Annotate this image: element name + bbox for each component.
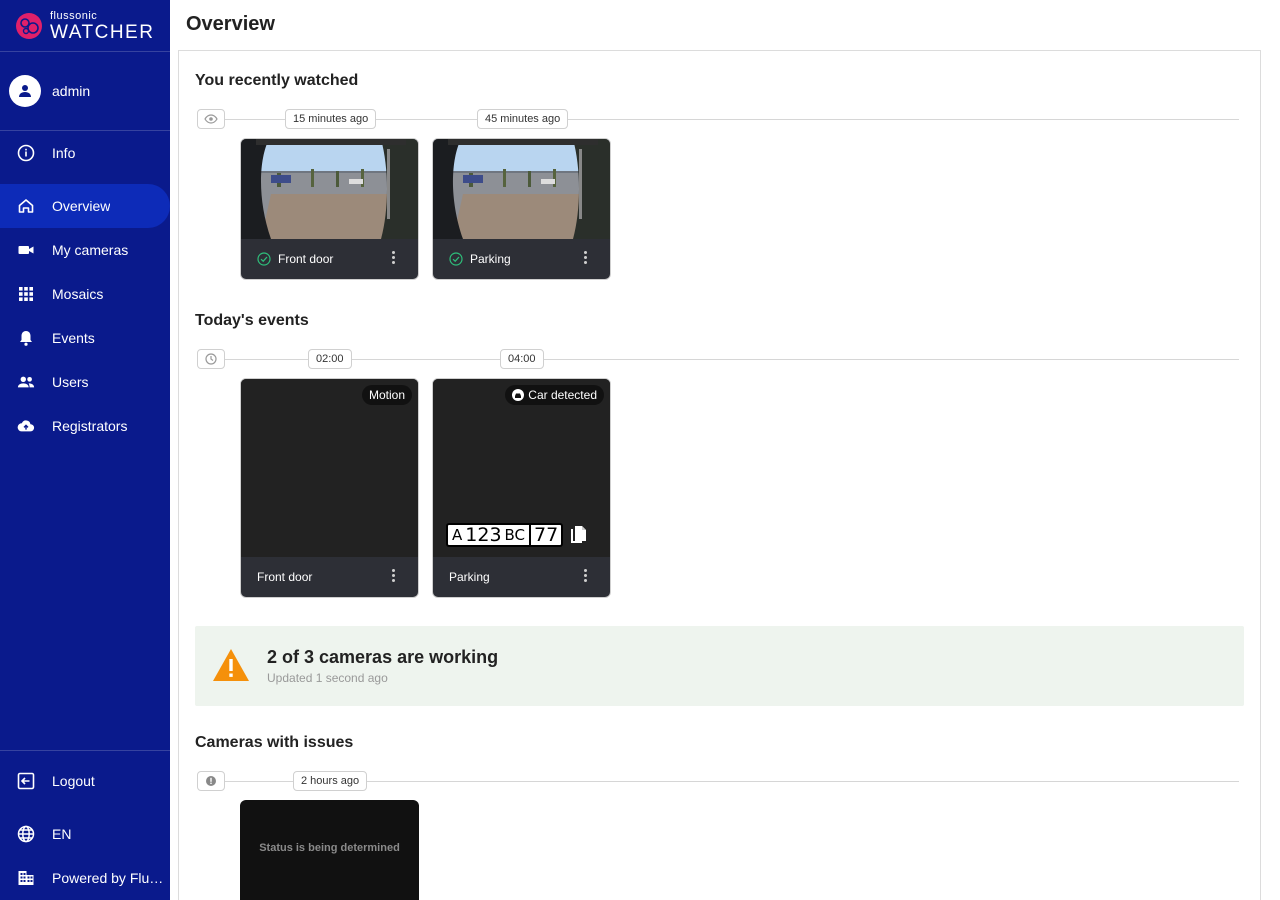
sidebar-item-events[interactable]: Events — [0, 316, 170, 360]
sidebar-item-label: Overview — [52, 198, 111, 214]
issues-section-title: Cameras with issues — [195, 734, 354, 751]
recent-time-label: 15 minutes ago — [285, 109, 377, 129]
issue-camera-card[interactable]: Status is being determined — [240, 800, 419, 900]
events-section-title: Today's events — [195, 312, 309, 329]
user-profile[interactable]: admin — [9, 75, 90, 107]
building-icon — [17, 869, 35, 887]
camera-status-banner: 2 of 3 cameras are working Updated 1 sec… — [195, 626, 1244, 706]
flussonic-logo-icon — [14, 11, 44, 41]
recent-camera-card-front-door[interactable]: Front door — [240, 138, 419, 280]
issue-time-label: 2 hours ago — [293, 771, 368, 791]
clock-icon — [197, 349, 225, 369]
plate-letter: A — [452, 526, 463, 544]
sidebar-item-label: Events — [52, 330, 95, 346]
status-title: 2 of 3 cameras are working — [267, 647, 499, 667]
camera-name: Parking — [449, 570, 490, 584]
brand-big: WATCHER — [50, 21, 155, 43]
alert-circle-icon — [197, 771, 225, 791]
event-card-front-door[interactable]: Motion Front door — [240, 378, 419, 598]
sidebar-item-label: Powered by Flu… — [52, 870, 164, 886]
cloud-upload-icon — [17, 417, 35, 435]
events-timeline — [197, 359, 1239, 360]
more-vert-icon[interactable] — [392, 569, 396, 585]
sidebar-item-users[interactable]: Users — [0, 360, 170, 404]
more-vert-icon[interactable] — [584, 569, 588, 585]
camera-name: Parking — [470, 252, 511, 266]
language-label: EN — [52, 826, 72, 842]
event-thumbnail[interactable]: Motion — [241, 379, 418, 557]
sidebar: flussonic WATCHER admin Info Overview My… — [0, 0, 170, 900]
event-time-label: 04:00 — [500, 349, 544, 369]
powered-by-link[interactable]: Powered by Flu… — [0, 856, 170, 900]
info-icon — [17, 144, 35, 162]
event-badge: Car detected — [505, 385, 604, 405]
person-icon — [19, 85, 31, 97]
sidebar-divider — [0, 51, 170, 52]
camera-name: Front door — [257, 570, 313, 584]
sidebar-item-my-cameras[interactable]: My cameras — [0, 228, 170, 272]
ok-check-icon — [449, 252, 463, 266]
event-time-label: 02:00 — [308, 349, 352, 369]
status-updated: Updated 1 second ago — [267, 671, 388, 685]
recent-camera-card-parking[interactable]: Parking — [432, 138, 611, 280]
recent-time-label: 45 minutes ago — [477, 109, 569, 129]
language-selector[interactable]: EN — [0, 812, 170, 856]
logout-icon — [17, 772, 35, 790]
sidebar-item-label: My cameras — [52, 242, 129, 258]
camera-thumbnail[interactable] — [241, 139, 418, 239]
issue-status-text: Status is being determined — [259, 842, 400, 854]
camera-name: Front door — [278, 252, 334, 266]
home-icon — [17, 197, 35, 215]
event-badge: Motion — [361, 385, 412, 405]
copy-icon[interactable] — [569, 525, 587, 545]
sidebar-item-overview[interactable]: Overview — [0, 184, 170, 228]
license-plate: A 123 BC 77 — [446, 522, 587, 548]
event-card-parking[interactable]: Car detected A 123 BC 77 Parking — [432, 378, 611, 598]
bell-icon — [17, 329, 35, 347]
overview-content: You recently watched 15 minutes ago 45 m… — [178, 50, 1261, 900]
more-vert-icon[interactable] — [392, 251, 396, 267]
sidebar-item-label: Registrators — [52, 418, 128, 434]
globe-icon — [17, 825, 35, 843]
ok-check-icon — [257, 252, 271, 266]
sidebar-item-mosaics[interactable]: Mosaics — [0, 272, 170, 316]
sidebar-item-label: Logout — [52, 773, 95, 789]
brand-small: flussonic — [50, 9, 98, 22]
eye-icon — [197, 109, 225, 129]
more-vert-icon[interactable] — [584, 251, 588, 267]
sidebar-item-label: Users — [52, 374, 89, 390]
car-icon — [512, 389, 525, 401]
app-logo[interactable]: flussonic WATCHER — [14, 10, 154, 42]
sidebar-item-registrators[interactable]: Registrators — [0, 404, 170, 448]
plate-letters: BC — [504, 526, 526, 544]
sidebar-item-logout[interactable]: Logout — [0, 759, 170, 803]
grid-icon — [17, 285, 35, 303]
plate-digits: 123 — [465, 524, 502, 546]
recent-section-title: You recently watched — [195, 72, 359, 89]
sidebar-item-label: Info — [52, 145, 76, 161]
user-name: admin — [52, 83, 91, 99]
sidebar-item-info[interactable]: Info — [0, 131, 170, 175]
avatar — [9, 75, 41, 107]
page-title: Overview — [186, 13, 275, 35]
plate-region: 77 — [529, 524, 561, 546]
event-thumbnail[interactable]: Car detected A 123 BC 77 — [433, 379, 610, 557]
users-icon — [17, 373, 35, 391]
camera-thumbnail[interactable] — [433, 139, 610, 239]
warning-icon — [213, 649, 249, 681]
sidebar-item-label: Mosaics — [52, 286, 104, 302]
camera-icon — [17, 241, 35, 259]
sidebar-divider — [0, 750, 170, 751]
